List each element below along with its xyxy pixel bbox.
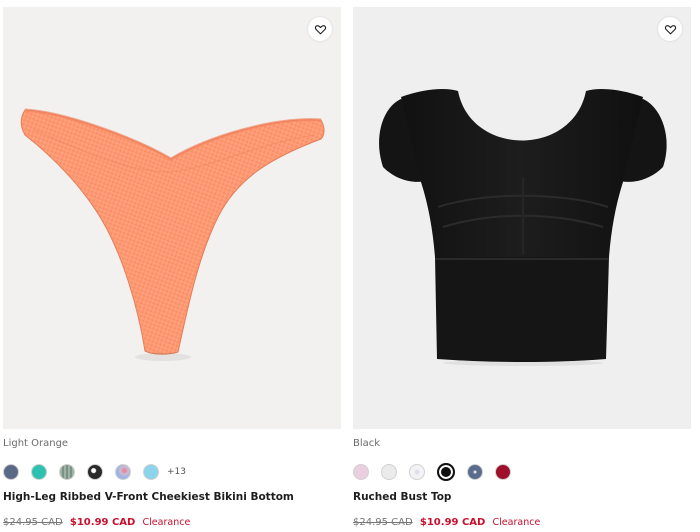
price-row: $24.95 CAD $10.99 CAD Clearance: [3, 516, 341, 530]
color-swatches: [353, 463, 691, 481]
ruched-top-image: [379, 89, 667, 366]
original-price: $24.95 CAD: [3, 517, 63, 528]
swatch-black-selected[interactable]: [437, 463, 455, 481]
color-name: Black: [353, 438, 381, 449]
product-image[interactable]: [3, 7, 341, 429]
product-title[interactable]: High-Leg Ribbed V-Front Cheekiest Bikini…: [3, 490, 341, 505]
product-title[interactable]: Ruched Bust Top: [353, 490, 691, 505]
swatch-navy-print[interactable]: [467, 464, 483, 480]
swatch-blue[interactable]: [3, 464, 19, 480]
color-name: Light Orange: [3, 438, 69, 449]
more-colors-count[interactable]: +13: [167, 467, 186, 477]
original-price: $24.95 CAD: [353, 517, 413, 528]
swatch-white-print[interactable]: [409, 464, 425, 480]
swatch-light-blue[interactable]: [143, 464, 159, 480]
clearance-badge: Clearance: [492, 517, 541, 528]
swatch-black-floral[interactable]: [87, 464, 103, 480]
heart-icon: [664, 24, 676, 34]
swatch-sage-stripe[interactable]: [59, 464, 75, 480]
bikini-bottom-image: [20, 108, 325, 361]
swatch-burgundy[interactable]: [495, 464, 511, 480]
clearance-badge: Clearance: [142, 517, 191, 528]
product-card-top[interactable]: Black Ruched Bust Top $24.95 CAD $10.99 …: [353, 7, 691, 530]
wishlist-button[interactable]: [658, 17, 682, 41]
wishlist-button[interactable]: [308, 17, 332, 41]
color-swatches: +13: [3, 463, 341, 481]
price-row: $24.95 CAD $10.99 CAD Clearance: [353, 516, 691, 530]
swatch-teal[interactable]: [31, 464, 47, 480]
swatch-light-grey[interactable]: [381, 464, 397, 480]
product-image[interactable]: [353, 7, 691, 429]
swatch-pastel-print[interactable]: [115, 464, 131, 480]
sale-price: $10.99 CAD: [419, 517, 486, 528]
sale-price: $10.99 CAD: [69, 517, 136, 528]
swatch-light-pink[interactable]: [353, 464, 369, 480]
heart-icon: [314, 24, 326, 34]
product-card-bikini[interactable]: Light Orange +13 High-Leg Ribbed V-Front…: [3, 7, 341, 530]
